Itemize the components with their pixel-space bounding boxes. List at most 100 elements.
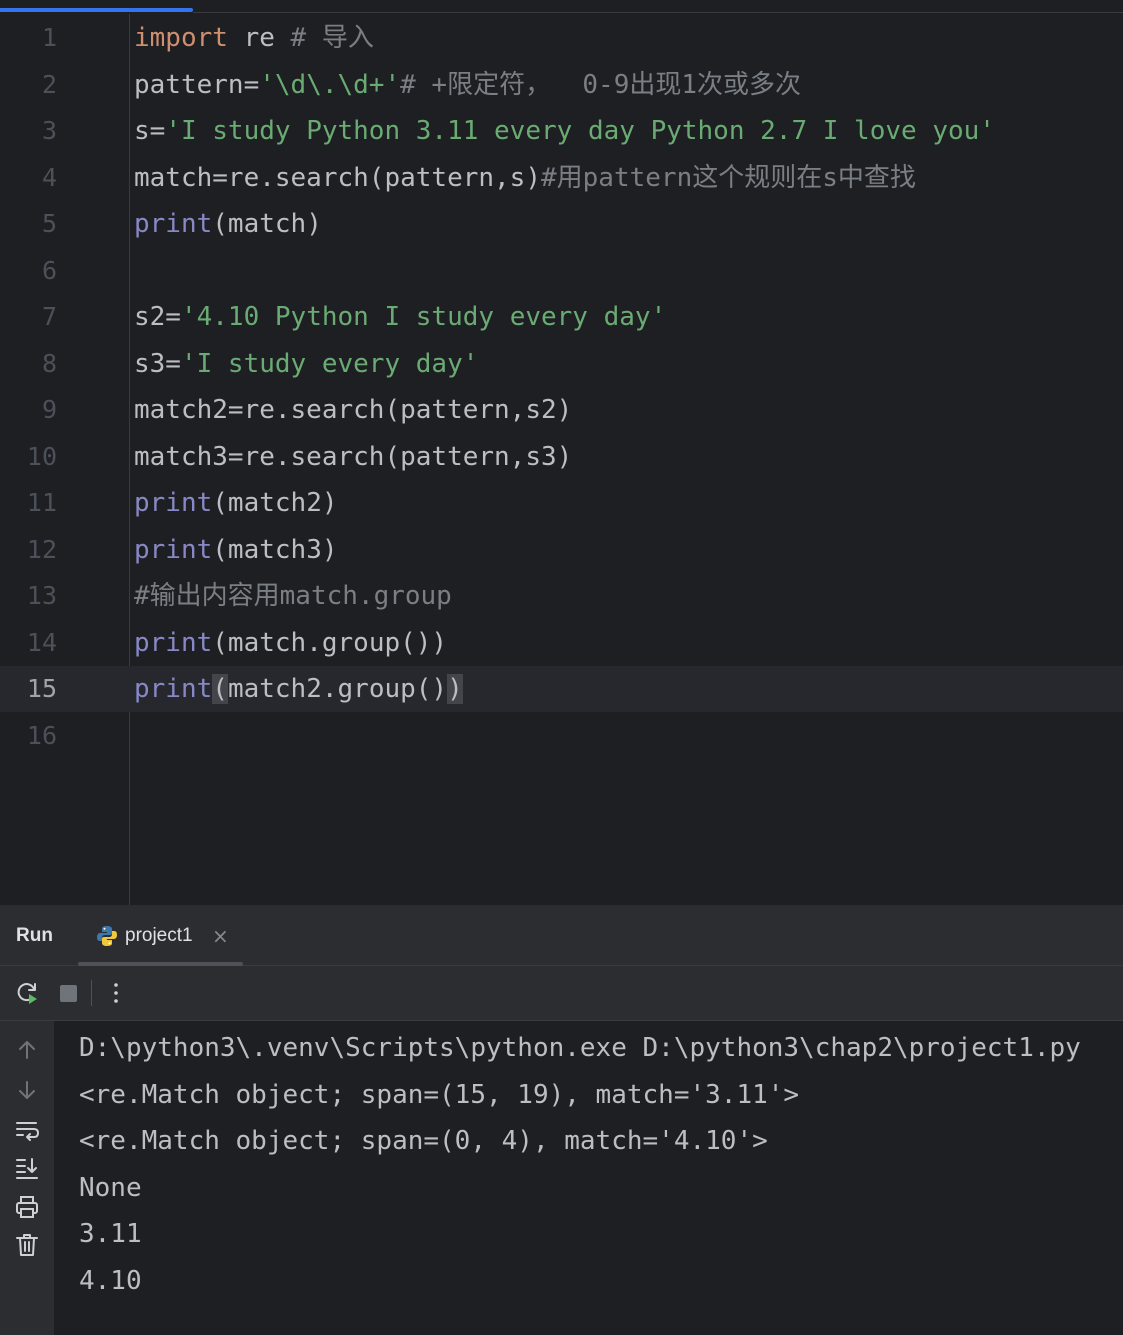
soft-wrap-icon[interactable] <box>14 1117 40 1143</box>
code-token: match=re.search(pattern,s) <box>134 162 541 193</box>
console-line: 4.10 <box>79 1265 142 1296</box>
console-side-toolbar <box>0 1021 54 1335</box>
code-token: match2=re.search(pattern,s2) <box>134 395 573 425</box>
code-token: import <box>134 23 228 53</box>
code-token: s3= <box>134 348 181 379</box>
line-number: 4 <box>41 162 57 192</box>
console-line: D:\python3\.venv\Scripts\python.exe D:\p… <box>79 1033 1081 1063</box>
code-token: s2= <box>134 302 181 332</box>
line-number: 1 <box>41 23 57 52</box>
clear-all-icon[interactable] <box>14 1232 40 1258</box>
console-line: None <box>79 1172 142 1203</box>
editor-scroll-indicator <box>0 8 193 12</box>
code-line[interactable]: 5 print(match) <box>0 201 1123 247</box>
code-token: s= <box>134 116 166 146</box>
line-number: 14 <box>26 627 57 657</box>
console-line: 3.11 <box>79 1219 142 1249</box>
code-line[interactable]: 3 s='I study Python 3.11 every day Python… <box>0 108 1123 154</box>
code-token: 'I study Python 3.11 every day Python 2.… <box>165 116 995 146</box>
code-token: print <box>134 488 213 518</box>
code-line[interactable]: 1 import re # 导入 <box>0 15 1123 61</box>
rerun-icon[interactable] <box>14 980 40 1006</box>
line-number: 13 <box>26 581 57 610</box>
python-file-icon <box>96 925 118 951</box>
code-text: print(match2) <box>134 480 338 526</box>
code-line[interactable]: 16 <box>0 713 1123 759</box>
code-token: #用pattern这个规则在s中查找 <box>541 162 916 193</box>
code-token: ( <box>212 674 228 704</box>
close-tab-icon[interactable]: × <box>212 905 229 967</box>
code-editor[interactable]: 1 import re # 导入 2 pattern='\d\.\d+'# +限定符，… <box>0 0 1123 905</box>
line-number: 9 <box>41 395 57 424</box>
code-line[interactable]: 13 #输出内容用match.group <box>0 573 1123 619</box>
code-token: print <box>134 674 213 704</box>
console-line: <re.Match object; span=(15, 19), match='… <box>79 1079 800 1110</box>
code-token: # 导入 <box>290 23 374 53</box>
line-number: 2 <box>41 69 57 99</box>
run-header: Run project1 × <box>0 905 1123 966</box>
code-text: match3=re.search(pattern,s3) <box>134 434 572 480</box>
code-text: pattern='\d\.\d+'# +限定符， 0-9出现1次或多次 <box>134 62 801 108</box>
code-token: match3=re.search(pattern,s3) <box>134 441 573 472</box>
code-text: print(match.group()) <box>134 620 447 666</box>
code-token: # +限定符， 0-9出现1次或多次 <box>400 69 802 100</box>
code-line[interactable]: 7 s2='4.10 Python I study every day' <box>0 294 1123 340</box>
code-text: print(match) <box>134 201 322 247</box>
code-line[interactable]: 15 print(match2.group()) <box>0 666 1123 712</box>
code-token: (match2) <box>212 488 338 518</box>
scroll-up-icon[interactable] <box>14 1037 40 1063</box>
line-number: 15 <box>26 674 57 703</box>
run-tool-window: Run project1 × D:\python3\.venv\Scripts\… <box>0 905 1123 1335</box>
code-token: '\d\.\d+' <box>259 69 401 100</box>
code-token: #输出内容用match.group <box>134 581 452 611</box>
line-number: 10 <box>26 441 57 471</box>
code-token: (match) <box>212 209 322 239</box>
code-token: print <box>134 534 213 565</box>
stop-icon[interactable] <box>55 980 81 1006</box>
line-number: 3 <box>41 116 57 145</box>
scroll-to-end-icon[interactable] <box>14 1155 40 1181</box>
tab-label: project1 <box>125 925 193 946</box>
run-tab-project1[interactable]: project1 × <box>78 905 243 966</box>
code-token: 'I study every day' <box>180 348 479 379</box>
line-number: 12 <box>26 534 57 564</box>
code-text: s='I study Python 3.11 every day Python … <box>134 108 995 154</box>
code-token: ) <box>447 674 463 704</box>
code-line[interactable]: 8 s3='I study every day' <box>0 341 1123 387</box>
code-token: (match.group()) <box>212 627 448 658</box>
code-line[interactable]: 10 match3=re.search(pattern,s3) <box>0 434 1123 480</box>
code-text: match=re.search(pattern,s)#用pattern这个规则在… <box>134 155 916 201</box>
line-number: 6 <box>41 255 57 285</box>
code-line[interactable]: 4 match=re.search(pattern,s)#用pattern这个规则… <box>0 155 1123 201</box>
code-text: import re # 导入 <box>134 15 374 61</box>
scroll-down-icon[interactable] <box>14 1077 40 1103</box>
code-line[interactable]: 6 <box>0 248 1123 294</box>
code-text: print(match2.group()) <box>134 666 463 712</box>
run-toolbar <box>0 966 1123 1021</box>
line-number: 7 <box>41 302 57 331</box>
line-number: 5 <box>41 209 57 238</box>
code-line[interactable]: 11 print(match2) <box>0 480 1123 526</box>
code-token: re <box>227 23 291 53</box>
code-text: match2=re.search(pattern,s2) <box>134 387 572 433</box>
console-output[interactable]: D:\python3\.venv\Scripts\python.exe D:\p… <box>54 1021 1123 1335</box>
code-token: pattern= <box>134 69 260 100</box>
code-line[interactable]: 2 pattern='\d\.\d+'# +限定符， 0-9出现1次或多次 <box>0 62 1123 108</box>
code-token: match2.group() <box>227 674 448 704</box>
line-number: 11 <box>26 488 57 517</box>
line-number: 8 <box>41 348 57 378</box>
run-title: Run <box>16 925 53 946</box>
line-number: 16 <box>26 720 57 750</box>
code-token: (match3) <box>212 534 338 565</box>
print-icon[interactable] <box>14 1194 40 1220</box>
code-line[interactable]: 14 print(match.group()) <box>0 620 1123 666</box>
code-text: print(match3) <box>134 527 338 573</box>
code-token: print <box>134 627 213 658</box>
toolbar-separator <box>91 980 92 1006</box>
code-token: '4.10 Python I study every day' <box>180 302 667 332</box>
console-line: <re.Match object; span=(0, 4), match='4.… <box>79 1126 768 1156</box>
more-options-icon[interactable] <box>103 980 129 1006</box>
code-line[interactable]: 9 match2=re.search(pattern,s2) <box>0 387 1123 433</box>
editor-top-divider <box>193 12 1123 13</box>
code-line[interactable]: 12 print(match3) <box>0 527 1123 573</box>
